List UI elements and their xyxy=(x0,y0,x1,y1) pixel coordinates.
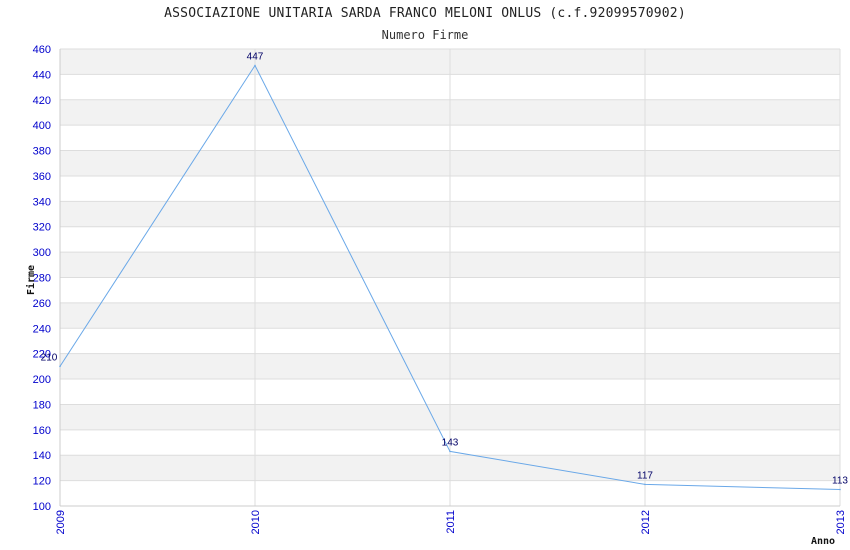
data-label: 113 xyxy=(832,475,848,486)
data-point xyxy=(839,488,841,491)
y-tick-label: 460 xyxy=(33,44,51,56)
y-tick-label: 160 xyxy=(33,425,51,437)
x-tick-label: 2009 xyxy=(55,510,67,534)
x-tick-label: 2010 xyxy=(250,510,262,534)
y-tick-label: 400 xyxy=(33,120,51,132)
data-point xyxy=(449,450,451,453)
y-tick-label: 260 xyxy=(33,298,51,310)
y-tick-label: 340 xyxy=(33,196,51,208)
data-point xyxy=(254,64,256,67)
data-point xyxy=(644,483,646,486)
y-tick-label: 180 xyxy=(33,399,51,411)
line-chart: 1001201401601802002202402602803003203403… xyxy=(25,44,848,547)
x-tick-labels: 2009 2010 2011 2012 2013 xyxy=(55,510,847,534)
y-tick-label: 440 xyxy=(33,69,51,81)
y-tick-label: 200 xyxy=(33,374,51,386)
data-label: 143 xyxy=(442,437,459,448)
y-tick-label: 420 xyxy=(33,95,51,107)
data-label: 447 xyxy=(247,52,264,63)
y-tick-label: 240 xyxy=(33,323,51,335)
y-tick-label: 120 xyxy=(33,476,51,488)
data-point xyxy=(59,365,61,368)
x-tick-label: 2012 xyxy=(640,510,652,534)
data-label: 117 xyxy=(637,470,653,481)
y-tick-label: 100 xyxy=(33,501,51,513)
y-tick-label: 300 xyxy=(33,247,51,259)
y-tick-label: 380 xyxy=(33,146,51,158)
y-tick-label: 140 xyxy=(33,450,51,462)
x-tick-label: 2013 xyxy=(835,510,847,534)
y-tick-label: 360 xyxy=(33,171,51,183)
y-tick-label: 320 xyxy=(33,222,51,234)
y-axis-label: Firme xyxy=(25,265,37,295)
x-tick-label: 2011 xyxy=(445,510,457,534)
data-label: 210 xyxy=(41,352,58,363)
x-axis-label: Anno xyxy=(811,536,835,547)
